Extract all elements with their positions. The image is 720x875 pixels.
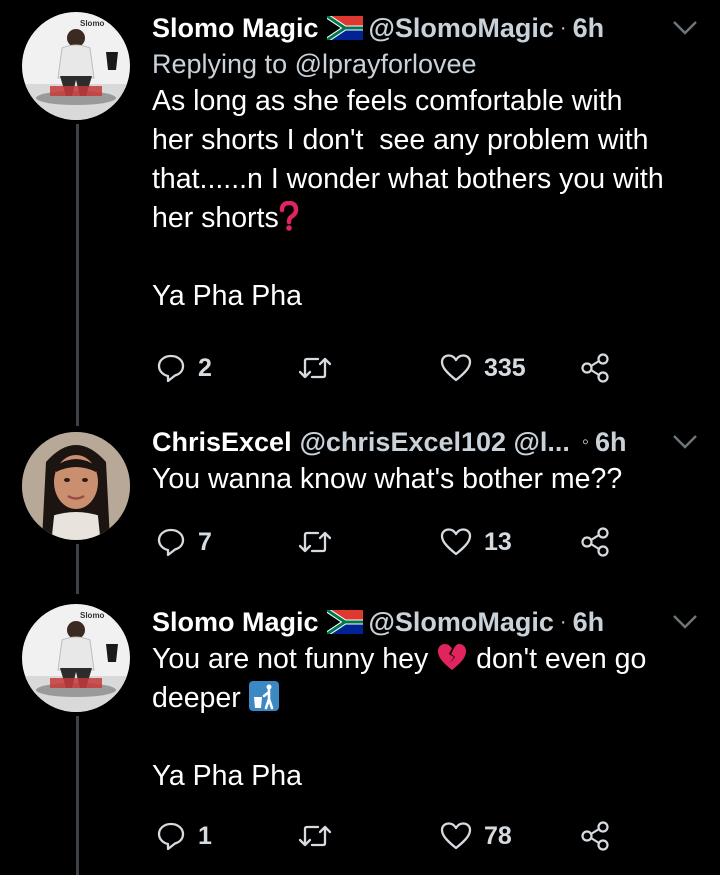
retweet-icon — [298, 825, 332, 847]
retweet-icon — [298, 357, 332, 379]
handle[interactable]: @SlomoMagic — [369, 604, 554, 640]
reply-count: 2 — [198, 353, 212, 382]
broken-heart-icon — [438, 644, 467, 670]
share-icon — [581, 821, 609, 851]
reply-button[interactable]: 7 — [156, 524, 212, 560]
tweet-3[interactable]: Slomo Slomo Magic @SlomoMagic · 6h You a… — [0, 598, 720, 875]
like-count: 78 — [484, 821, 512, 850]
tweet-header: Slomo Magic @SlomoMagic · 6h — [152, 604, 702, 640]
retweet-button[interactable] — [298, 524, 332, 560]
tweet-1[interactable]: Slomo Slomo Magic @SlomoMagic · 6h Reply… — [0, 0, 720, 420]
like-button[interactable]: 78 — [440, 818, 512, 854]
tweet-actions: 1 78 — [0, 818, 720, 854]
separator-dot: · — [559, 17, 567, 39]
like-button[interactable]: 335 — [440, 350, 526, 386]
display-name[interactable]: Slomo Magic — [152, 10, 319, 46]
reply-button[interactable]: 2 — [156, 350, 212, 386]
avatar[interactable]: Slomo — [22, 604, 130, 712]
retweet-button[interactable] — [298, 350, 332, 386]
share-button[interactable] — [580, 818, 610, 854]
share-icon — [581, 353, 609, 383]
reply-count: 7 — [198, 527, 212, 556]
tweet-text: You are not funny hey don't even go deep… — [152, 643, 647, 792]
avatar-text: Slomo — [80, 19, 105, 28]
question-mark-icon — [279, 201, 298, 231]
caret-down-icon[interactable] — [672, 20, 698, 36]
handle[interactable]: @chrisExcel102 @l... — [300, 424, 570, 460]
reply-icon — [157, 528, 185, 557]
timestamp[interactable]: 6h — [595, 424, 627, 460]
separator-dot: ◦ — [581, 431, 589, 453]
reply-count: 1 — [198, 821, 212, 850]
flag-south-africa-icon — [326, 16, 363, 40]
flag-south-africa-icon — [326, 610, 363, 634]
avatar[interactable]: Slomo — [22, 12, 130, 120]
caret-down-icon[interactable] — [672, 434, 698, 450]
reply-icon — [157, 822, 185, 851]
caret-down-icon[interactable] — [672, 614, 698, 630]
tweet-text: You wanna know what's bother me?? — [152, 463, 623, 495]
retweet-button[interactable] — [298, 818, 332, 854]
share-button[interactable] — [580, 524, 610, 560]
share-icon — [581, 527, 609, 557]
share-button[interactable] — [580, 350, 610, 386]
tweet-header: ChrisExcel @chrisExcel102 @l... ◦ 6h — [152, 424, 702, 460]
litter-bin-icon — [248, 681, 279, 711]
tweet-header: Slomo Magic @SlomoMagic · 6h — [152, 10, 702, 46]
reply-button[interactable]: 1 — [156, 818, 212, 854]
like-count: 335 — [484, 353, 526, 382]
timestamp[interactable]: 6h — [573, 604, 605, 640]
retweet-icon — [298, 531, 332, 553]
display-name[interactable]: Slomo Magic — [152, 604, 319, 640]
replying-to[interactable]: Replying to @lprayforlovee — [152, 46, 702, 82]
tweet-2[interactable]: ChrisExcel @chrisExcel102 @l... ◦ 6h You… — [0, 420, 720, 598]
handle[interactable]: @SlomoMagic — [369, 10, 554, 46]
like-count: 13 — [484, 527, 512, 556]
reply-icon — [157, 354, 185, 383]
separator-dot: · — [559, 611, 567, 633]
like-icon — [440, 528, 472, 556]
like-button[interactable]: 13 — [440, 524, 512, 560]
avatar-text: Slomo — [80, 611, 105, 620]
timestamp[interactable]: 6h — [573, 10, 605, 46]
display-name[interactable]: ChrisExcel — [152, 424, 292, 460]
tweet-actions: 7 13 — [0, 524, 720, 560]
like-icon — [440, 354, 472, 382]
tweet-text: As long as she feels comfortable with he… — [152, 85, 664, 312]
tweet-actions: 2 335 — [0, 350, 720, 386]
like-icon — [440, 822, 472, 850]
